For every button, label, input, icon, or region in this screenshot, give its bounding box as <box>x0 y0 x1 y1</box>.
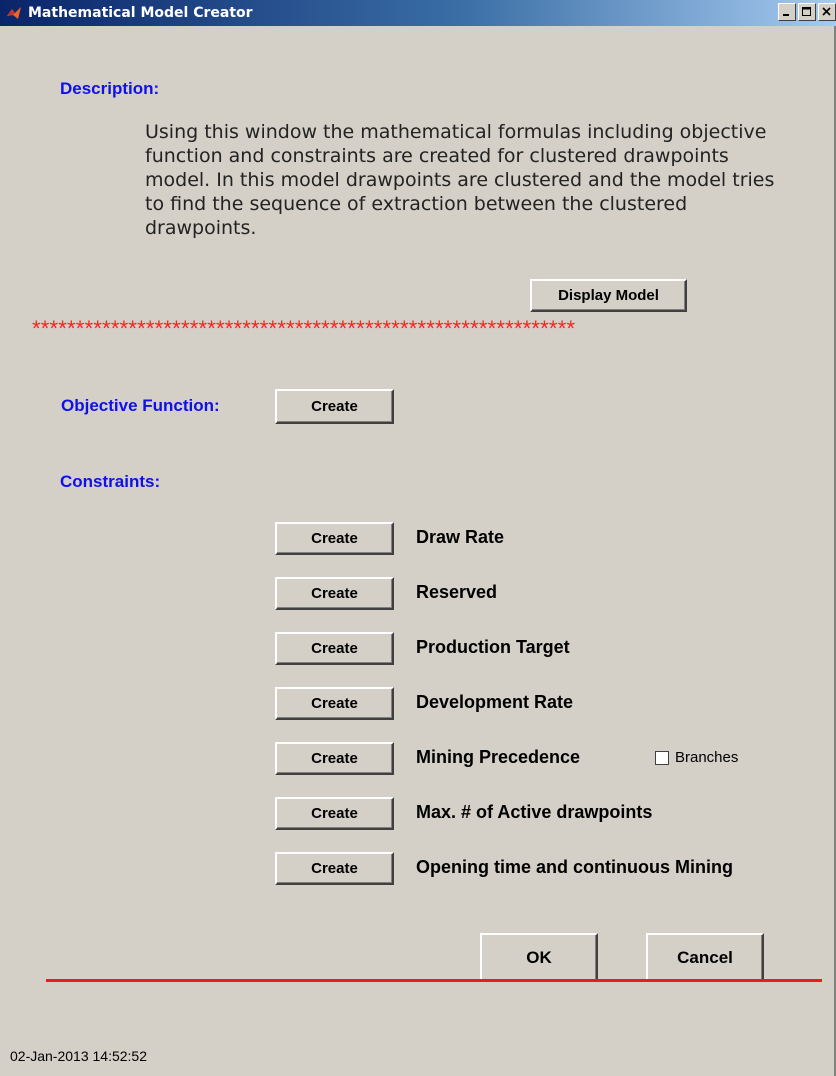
maximize-button[interactable] <box>798 3 816 21</box>
cancel-button[interactable]: Cancel <box>646 933 764 982</box>
create-objective-button[interactable]: Create <box>275 389 394 424</box>
objective-function-label: Objective Function: <box>61 396 220 415</box>
constraints-label: Constraints: <box>60 472 161 491</box>
branches-label: Branches <box>675 749 739 766</box>
maximize-icon <box>802 7 811 16</box>
create-max-active-drawpoints-button[interactable]: Create <box>275 797 394 830</box>
close-icon <box>822 7 831 16</box>
window-titlebar[interactable]: Mathematical Model Creator <box>0 0 836 26</box>
mining-precedence-label: Mining Precedence <box>416 747 581 767</box>
create-draw-rate-button[interactable]: Create <box>275 522 394 555</box>
window-title: Mathematical Model Creator <box>28 5 253 21</box>
bottom-separator-line <box>46 979 822 982</box>
minimize-button[interactable] <box>778 3 796 21</box>
branches-checkbox[interactable] <box>655 750 669 765</box>
description-label: Description: <box>60 79 160 98</box>
minimize-icon <box>783 14 789 16</box>
max-active-drawpoints-label: Max. # of Active drawpoints <box>416 802 653 822</box>
opening-time-label: Opening time and continuous Mining <box>416 857 733 877</box>
create-mining-precedence-button[interactable]: Create <box>275 742 394 775</box>
description-text: Using this window the mathematical formu… <box>145 121 775 239</box>
matlab-logo-icon <box>6 5 22 21</box>
close-button[interactable] <box>818 3 836 21</box>
create-development-rate-button[interactable]: Create <box>275 687 394 720</box>
production-target-label: Production Target <box>416 637 570 657</box>
draw-rate-label: Draw Rate <box>416 527 505 547</box>
reserved-label: Reserved <box>416 582 498 602</box>
create-reserved-button[interactable]: Create <box>275 577 394 610</box>
create-opening-time-button[interactable]: Create <box>275 852 394 885</box>
ok-button[interactable]: OK <box>480 933 598 982</box>
status-timestamp: 02-Jan-2013 14:52:52 <box>10 1048 147 1064</box>
display-model-button[interactable]: Display Model <box>530 279 687 312</box>
separator-stars: ****************************************… <box>32 316 576 341</box>
development-rate-label: Development Rate <box>416 692 574 712</box>
branches-checkbox-group[interactable]: Branches <box>655 749 738 766</box>
create-production-target-button[interactable]: Create <box>275 632 394 665</box>
